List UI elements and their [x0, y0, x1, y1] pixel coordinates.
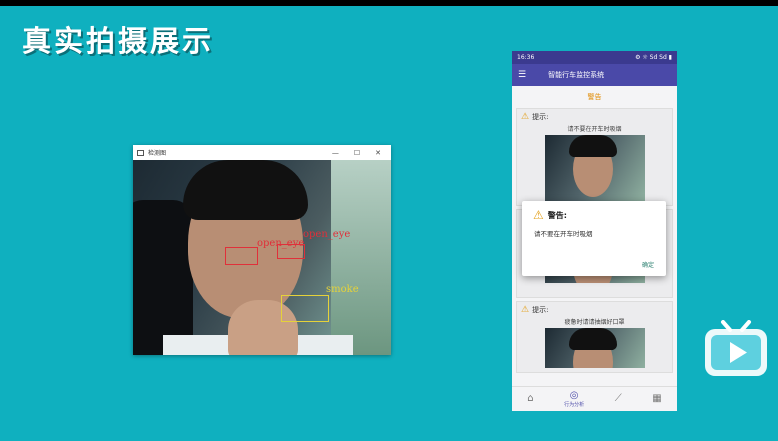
status-icons: ⚙ ☼ Sd Sd ▮	[635, 54, 672, 61]
home-icon: ⌂	[527, 393, 534, 404]
camera-frame: open_eye open_eye smoke	[133, 160, 391, 355]
bottom-navigation: ⌂ ◎ 行为分析 ⟋ ▦	[512, 386, 677, 411]
alert-card[interactable]: ⚠ 提示: 疲惫时请请抽烟好口罩	[516, 301, 673, 373]
grid-icon: ▦	[652, 393, 662, 404]
nav-trend[interactable]: ⟋	[615, 394, 622, 404]
smoke-detection-box	[281, 295, 329, 322]
alert-snapshot	[544, 135, 645, 201]
status-time: 16:36	[517, 54, 535, 61]
detection-label: open_eye	[257, 238, 305, 249]
nav-label: 行为分析	[564, 401, 585, 408]
dialog-message: 请不要在开车时吸烟	[534, 230, 593, 238]
tv-logo-icon	[705, 320, 767, 376]
maximize-button[interactable]: ☐	[354, 149, 360, 157]
alert-card-title: 提示:	[532, 306, 549, 314]
window-app-icon	[137, 149, 144, 156]
detection-label: open_eye	[303, 229, 351, 240]
warning-icon: ⚠	[521, 112, 530, 122]
nav-grid[interactable]: ▦	[652, 394, 661, 404]
warning-dialog: ⚠ 警告: 请不要在开车时吸烟 确定	[522, 201, 666, 276]
minimize-button[interactable]: —	[332, 149, 339, 157]
alert-snapshot	[544, 328, 645, 368]
detection-window: 检测图 — ☐ ✕ open_eye open_eye smoke	[133, 145, 391, 355]
window-titlebar: 检测图 — ☐ ✕	[133, 145, 391, 160]
app-title: 智能行车监控系统	[548, 71, 605, 79]
slide-background: 真实拍摄展示 检测图 — ☐ ✕ open_eye open_eye smoke	[0, 6, 778, 441]
nav-behavior-analysis[interactable]: ◎ 行为分析	[564, 389, 585, 408]
eye-detection-box-left	[225, 247, 258, 265]
warning-icon: ⚠	[533, 208, 544, 222]
alert-card[interactable]: ⚠ 提示: 请不要在开车时吸烟	[516, 108, 673, 206]
alert-card-text: 疲惫时请请抽烟好口罩	[564, 319, 625, 326]
status-bar: 16:36 ⚙ ☼ Sd Sd ▮	[512, 51, 677, 64]
alert-card-text: 请不要在开车时吸烟	[567, 126, 622, 133]
dialog-title: 警告:	[547, 210, 567, 220]
tab-warning[interactable]: 警告	[512, 86, 677, 105]
window-title: 检测图	[148, 150, 167, 157]
menu-icon[interactable]: ☰	[518, 70, 526, 80]
nav-home[interactable]: ⌂	[527, 394, 533, 404]
slide-title: 真实拍摄展示	[22, 24, 215, 58]
trend-chart-icon: ⟋	[614, 393, 622, 404]
warning-icon: ⚠	[521, 305, 530, 315]
app-bar: ☰ 智能行车监控系统	[512, 64, 677, 86]
alert-card-title: 提示:	[532, 113, 549, 121]
confirm-button[interactable]: 确定	[642, 260, 654, 269]
behavior-analysis-icon: ◎	[569, 389, 579, 401]
detection-label: smoke	[326, 284, 359, 295]
close-button[interactable]: ✕	[375, 149, 381, 157]
